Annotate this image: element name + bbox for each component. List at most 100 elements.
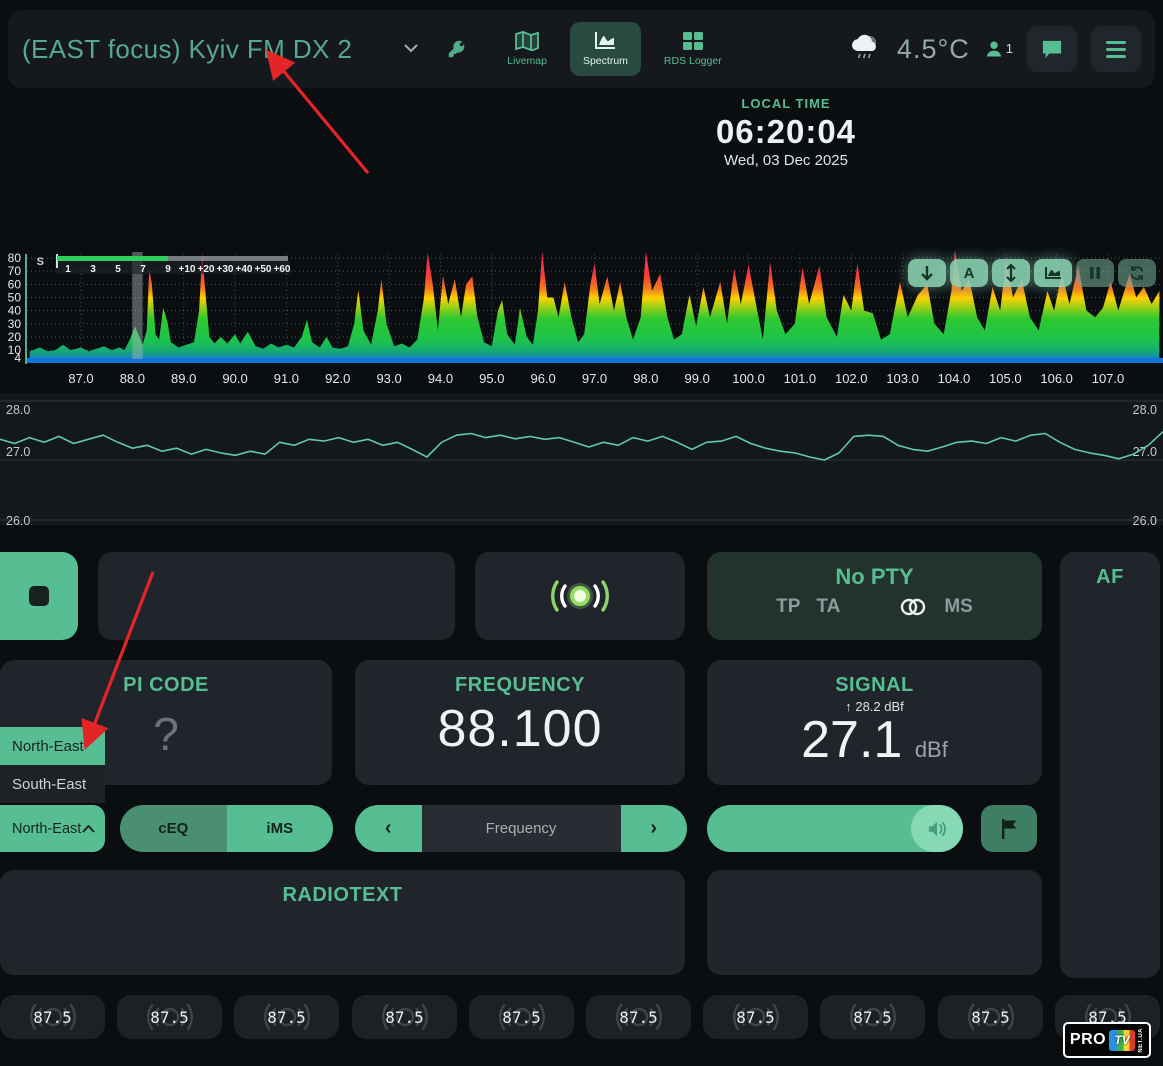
svg-text:100.0: 100.0 bbox=[732, 371, 765, 386]
user-icon bbox=[984, 39, 1004, 59]
ukraine-flag-icon bbox=[362, 39, 392, 59]
svg-text:88.0: 88.0 bbox=[120, 371, 145, 386]
svg-text:96.0: 96.0 bbox=[530, 371, 555, 386]
af-label: AF bbox=[1060, 552, 1160, 589]
spectrum-letter-a-button[interactable]: A bbox=[950, 259, 988, 287]
stereo-icon bbox=[898, 597, 928, 617]
chevron-up-icon bbox=[82, 825, 95, 833]
svg-text:91.0: 91.0 bbox=[274, 371, 299, 386]
antenna-option-south-east[interactable]: South-East bbox=[0, 765, 105, 803]
svg-text:93.0: 93.0 bbox=[376, 371, 401, 386]
stereo-broadcast-panel bbox=[475, 552, 685, 640]
local-time-value: 06:20:04 bbox=[700, 113, 872, 151]
eq-ims-toggle: cEQ iMS bbox=[120, 805, 333, 852]
chat-button[interactable] bbox=[1027, 26, 1077, 72]
svg-text:105.0: 105.0 bbox=[989, 371, 1022, 386]
stop-audio-button[interactable] bbox=[0, 552, 78, 640]
tp-flag: TP bbox=[776, 596, 800, 618]
speaker-icon bbox=[926, 820, 948, 838]
preset-button-2[interactable]: 87.5 bbox=[117, 995, 222, 1039]
svg-text:7: 7 bbox=[140, 264, 146, 275]
preset-button-3[interactable]: 87.5 bbox=[234, 995, 339, 1039]
nav-livemap[interactable]: Livemap bbox=[494, 22, 560, 76]
ms-flag: MS bbox=[944, 596, 973, 618]
spectrum-graph[interactable]: 8070605040302010487.088.089.090.091.092.… bbox=[0, 248, 1163, 390]
frequency-label: FREQUENCY bbox=[355, 660, 685, 697]
local-date: Wed, 03 Dec 2025 bbox=[700, 152, 872, 169]
logo-tv-badge: TV bbox=[1109, 1030, 1135, 1051]
svg-text:4: 4 bbox=[14, 351, 21, 365]
af-panel: AF bbox=[1060, 552, 1160, 978]
svg-text:70: 70 bbox=[8, 264, 22, 278]
svg-text:102.0: 102.0 bbox=[835, 371, 868, 386]
local-time-label: LOCAL TIME bbox=[700, 96, 872, 111]
flag-icon bbox=[1000, 819, 1018, 839]
svg-text:3: 3 bbox=[90, 264, 96, 275]
flag-button[interactable] bbox=[981, 805, 1037, 852]
page-title: (EAST focus) Kyiv FM DX 2 bbox=[22, 34, 352, 65]
spectrum-arrow-updown-button[interactable] bbox=[992, 259, 1030, 287]
key-icon[interactable] bbox=[446, 38, 468, 60]
svg-text:5: 5 bbox=[115, 264, 121, 275]
svg-text:87.0: 87.0 bbox=[68, 371, 93, 386]
radiotext-panel: RADIOTEXT bbox=[0, 870, 685, 975]
nav-rds-logger[interactable]: RDS Logger bbox=[651, 22, 735, 76]
tune-down-button[interactable]: ‹ bbox=[355, 805, 422, 852]
svg-text:90.0: 90.0 bbox=[222, 371, 247, 386]
signal-label: SIGNAL bbox=[707, 660, 1042, 697]
spectrum-arrow-down-button[interactable] bbox=[908, 259, 946, 287]
pty-value: No PTY bbox=[707, 552, 1042, 590]
weather-icon bbox=[849, 33, 883, 66]
ta-flag: TA bbox=[816, 596, 840, 618]
svg-text:50: 50 bbox=[8, 290, 22, 304]
svg-text:S: S bbox=[37, 256, 44, 268]
spectrum-pause-button[interactable] bbox=[1076, 259, 1114, 287]
svg-text:60: 60 bbox=[8, 277, 22, 291]
listener-count: 1 bbox=[984, 39, 1013, 59]
svg-text:+30: +30 bbox=[217, 264, 234, 275]
svg-text:26.0: 26.0 bbox=[6, 514, 30, 525]
fmdx-webserver-app: (EAST focus) Kyiv FM DX 2 LivemapSpectru… bbox=[0, 0, 1163, 1066]
ims-button[interactable]: iMS bbox=[227, 805, 334, 852]
svg-text:103.0: 103.0 bbox=[886, 371, 919, 386]
spectrum-refresh-button[interactable] bbox=[1118, 259, 1156, 287]
svg-text:107.0: 107.0 bbox=[1092, 371, 1125, 386]
ceq-button[interactable]: cEQ bbox=[120, 805, 227, 852]
svg-text:+10: +10 bbox=[179, 264, 196, 275]
volume-slider-thumb[interactable] bbox=[911, 805, 963, 852]
chevron-down-icon[interactable] bbox=[404, 40, 418, 58]
preset-button-9[interactable]: 87.5 bbox=[938, 995, 1043, 1039]
signal-history-graph: 28.028.027.027.026.026.0 bbox=[0, 393, 1163, 525]
preset-button-4[interactable]: 87.5 bbox=[352, 995, 457, 1039]
local-time-block: LOCAL TIME 06:20:04 Wed, 03 Dec 2025 bbox=[700, 96, 872, 169]
antenna-option-north-east[interactable]: North-East bbox=[0, 727, 105, 765]
preset-button-7[interactable]: 87.5 bbox=[703, 995, 808, 1039]
spectrum-graph-button[interactable] bbox=[1034, 259, 1072, 287]
preset-button-8[interactable]: 87.5 bbox=[820, 995, 925, 1039]
chat-icon bbox=[1041, 39, 1063, 59]
antenna-select[interactable]: North-East bbox=[0, 805, 105, 852]
svg-text:89.0: 89.0 bbox=[171, 371, 196, 386]
menu-button[interactable] bbox=[1091, 26, 1141, 72]
frequency-input[interactable] bbox=[422, 805, 621, 852]
nav-spectrum[interactable]: Spectrum bbox=[570, 22, 641, 76]
svg-text:+60: +60 bbox=[274, 264, 291, 275]
svg-text:92.0: 92.0 bbox=[325, 371, 350, 386]
svg-text:1: 1 bbox=[65, 264, 71, 275]
stop-icon bbox=[29, 586, 49, 606]
tune-up-button[interactable]: › bbox=[621, 805, 688, 852]
preset-button-5[interactable]: 87.5 bbox=[469, 995, 574, 1039]
server-title-group[interactable]: (EAST focus) Kyiv FM DX 2 bbox=[22, 34, 468, 65]
signal-unit: dBf bbox=[915, 737, 948, 762]
station-name-panel bbox=[98, 552, 455, 640]
svg-text:9: 9 bbox=[165, 264, 171, 275]
spectrum-toolbar: A bbox=[908, 259, 1158, 287]
svg-text:97.0: 97.0 bbox=[582, 371, 607, 386]
rds-flags: TP TA MS bbox=[707, 596, 1042, 618]
svg-text:+50: +50 bbox=[255, 264, 272, 275]
volume-slider[interactable] bbox=[707, 805, 963, 852]
preset-button-6[interactable]: 87.5 bbox=[586, 995, 691, 1039]
header-right: 4.5°C 1 bbox=[849, 26, 1141, 72]
preset-button-1[interactable]: 87.5 bbox=[0, 995, 105, 1039]
svg-text:40: 40 bbox=[8, 304, 22, 318]
